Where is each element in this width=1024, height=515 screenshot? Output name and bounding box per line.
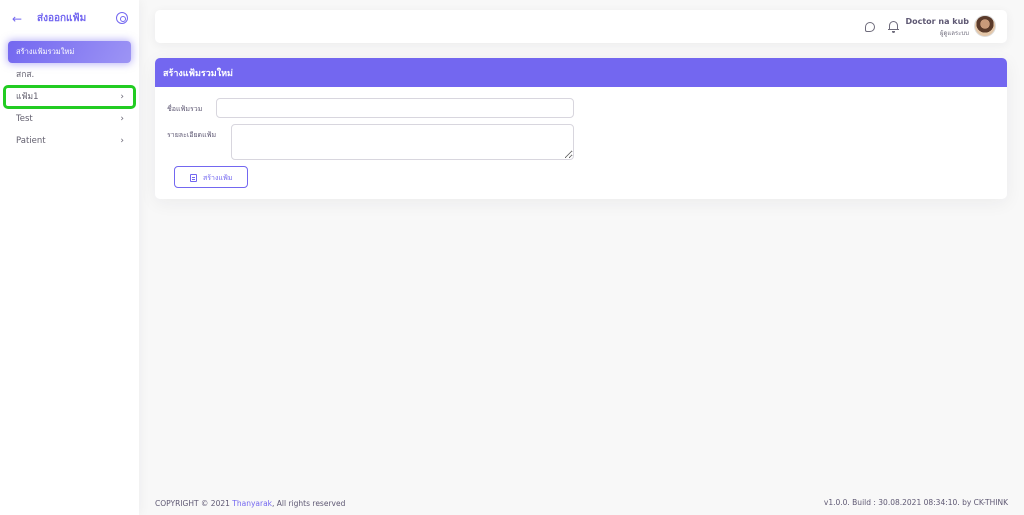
user-role: ผู้ดูแลระบบ — [939, 30, 969, 37]
create-file-button[interactable]: สร้างแฟ้ม — [174, 166, 248, 188]
card-title: สร้างแฟ้มรวมใหม่ — [163, 69, 233, 79]
bell-icon[interactable] — [888, 20, 900, 33]
chevron-right-icon: › — [120, 92, 124, 102]
sidebar-item-label: Test — [16, 114, 33, 124]
sidebar: ← ส่งออกแฟ้ม สร้างแฟ้มรวมใหม่ สกส. แฟ้ม1… — [0, 0, 139, 515]
card-header: สร้างแฟ้มรวมใหม่ — [155, 58, 1007, 87]
sidebar-item-test[interactable]: Test › — [8, 108, 131, 130]
sidebar-item-label: Patient — [16, 136, 46, 146]
brand-link[interactable]: Thanyarak — [232, 499, 272, 508]
sidebar-item-file1[interactable]: แฟ้ม1 › — [8, 86, 131, 108]
chevron-right-icon: › — [120, 114, 124, 124]
chat-icon[interactable] — [865, 22, 875, 32]
file-detail-textarea[interactable] — [231, 124, 574, 160]
sidebar-item-label: สกส. — [16, 70, 35, 80]
chevron-right-icon: › — [120, 136, 124, 146]
create-file-card: สร้างแฟ้มรวมใหม่ ชื่อแฟ้มรวม รายละเอียดแ… — [155, 58, 1007, 199]
copyright-prefix: COPYRIGHT © 2021 — [155, 499, 233, 508]
copyright-suffix: , All rights reserved — [272, 499, 346, 508]
create-file-button-label: สร้างแฟ้ม — [203, 174, 233, 182]
top-navbar: Doctor na kub ผู้ดูแลระบบ — [155, 10, 1007, 43]
user-name[interactable]: Doctor na kub — [905, 17, 969, 26]
sidebar-item-create-new[interactable]: สร้างแฟ้มรวมใหม่ — [8, 41, 131, 63]
file-icon — [190, 174, 197, 182]
copyright: COPYRIGHT © 2021 Thanyarak, All rights r… — [155, 499, 345, 508]
file-detail-label: รายละเอียดแฟ้ม — [167, 131, 217, 139]
sidebar-item-sks[interactable]: สกส. — [8, 64, 131, 86]
file-name-input[interactable] — [216, 98, 574, 118]
sidebar-toggle-icon[interactable] — [116, 12, 128, 24]
file-name-label: ชื่อแฟ้มรวม — [167, 105, 203, 113]
sidebar-item-label: สร้างแฟ้มรวมใหม่ — [16, 47, 75, 56]
avatar[interactable] — [974, 15, 996, 37]
back-arrow-icon[interactable]: ← — [12, 12, 26, 26]
sidebar-item-label: แฟ้ม1 — [16, 92, 39, 102]
sidebar-title: ส่งออกแฟ้ม — [37, 13, 87, 24]
sidebar-header: ← ส่งออกแฟ้ม — [0, 0, 139, 38]
build-info: v1.0.0. Build : 30.08.2021 08:34:10. by … — [823, 498, 1008, 507]
sidebar-item-patient[interactable]: Patient › — [8, 130, 131, 152]
